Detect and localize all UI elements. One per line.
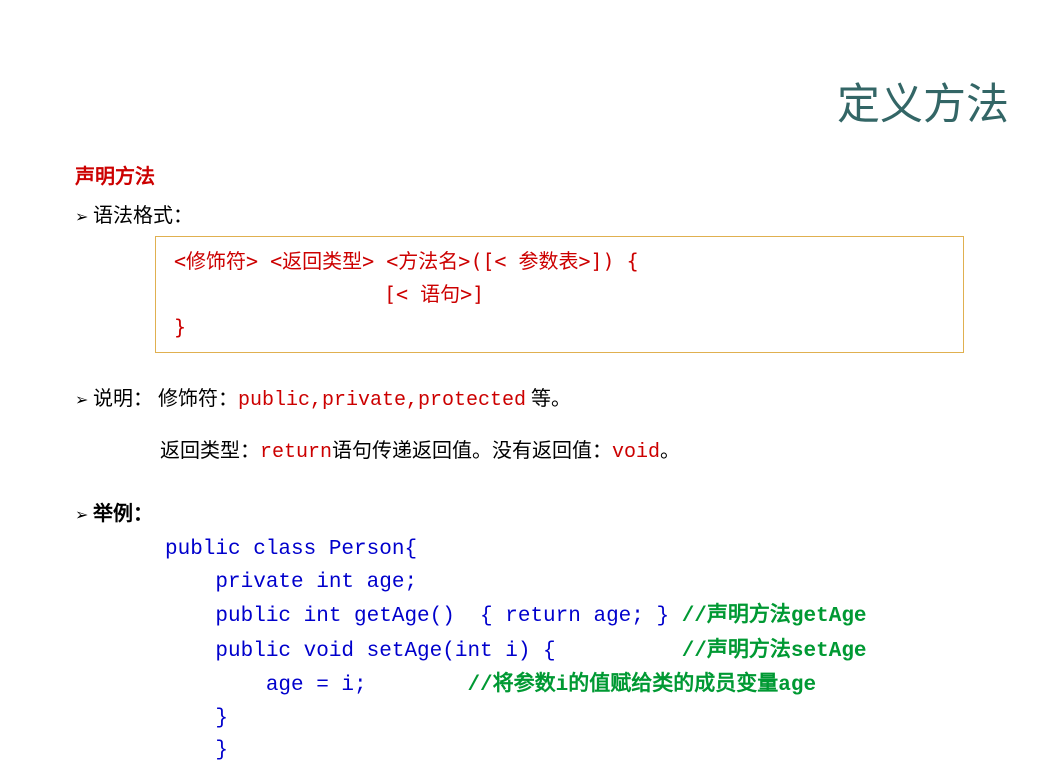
- code-line-1: public class Person{: [165, 534, 1014, 567]
- section-header: 声明方法: [75, 160, 1014, 189]
- syntax-line-1: <修饰符> <返回类型> <方法名>([< 参数表>]) {: [174, 245, 945, 278]
- syntax-line-3: }: [174, 311, 945, 344]
- code-line-6: }: [165, 703, 1014, 736]
- bullet-icon: ➢: [75, 388, 93, 414]
- code-line-2: private int age;: [165, 567, 1014, 600]
- code-line-5: age = i; //将参数i的值赋给类的成员变量age: [165, 668, 1014, 703]
- syntax-format-line: ➢语法格式：: [75, 199, 1014, 228]
- content-area: 声明方法 ➢语法格式： <修饰符> <返回类型> <方法名>([< 参数表>])…: [75, 160, 1014, 768]
- return-keyword: return: [260, 441, 332, 464]
- syntax-box: <修饰符> <返回类型> <方法名>([< 参数表>]) { [< 语句>] }: [155, 236, 964, 353]
- desc-modifier-suffix: 等。: [526, 388, 571, 410]
- code-l5-code: age = i;: [165, 674, 467, 697]
- example-label: 举例：: [93, 503, 153, 525]
- desc-return-mid: 语句传递返回值。没有返回值：: [332, 440, 612, 462]
- bullet-icon: ➢: [75, 505, 93, 525]
- code-l3-code: public int getAge() { return age; }: [165, 605, 682, 628]
- code-line-3: public int getAge() { return age; } //声明…: [165, 599, 1014, 634]
- desc-label: 说明：: [93, 388, 153, 410]
- desc-return-suffix: 。: [660, 440, 680, 462]
- code-block: public class Person{ private int age; pu…: [165, 534, 1014, 768]
- bullet-icon: ➢: [75, 207, 93, 227]
- desc-return-label: 返回类型：: [160, 440, 260, 462]
- desc-modifier-line: ➢说明： 修饰符：public,private,protected 等。: [75, 383, 1014, 417]
- desc-modifier-label: 修饰符：: [153, 388, 238, 410]
- code-l3-comment: //声明方法getAge: [682, 605, 867, 628]
- syntax-line-2: [< 语句>]: [174, 278, 945, 311]
- slide-title: 定义方法: [837, 70, 1009, 132]
- code-line-4: public void setAge(int i) { //声明方法setAge: [165, 634, 1014, 669]
- code-l4-comment: //声明方法setAge: [682, 640, 867, 663]
- void-keyword: void: [612, 441, 660, 464]
- code-l4-code: public void setAge(int i) {: [165, 640, 682, 663]
- code-line-7: }: [165, 735, 1014, 768]
- syntax-label: 语法格式：: [93, 205, 193, 227]
- description-block: ➢说明： 修饰符：public,private,protected 等。 返回类…: [75, 383, 1014, 469]
- desc-modifier-values: public,private,protected: [238, 389, 526, 412]
- example-header: ➢举例：: [75, 497, 1014, 526]
- code-l5-comment: //将参数i的值赋给类的成员变量age: [467, 674, 816, 697]
- desc-return-line: 返回类型：return语句传递返回值。没有返回值：void。: [160, 435, 1014, 469]
